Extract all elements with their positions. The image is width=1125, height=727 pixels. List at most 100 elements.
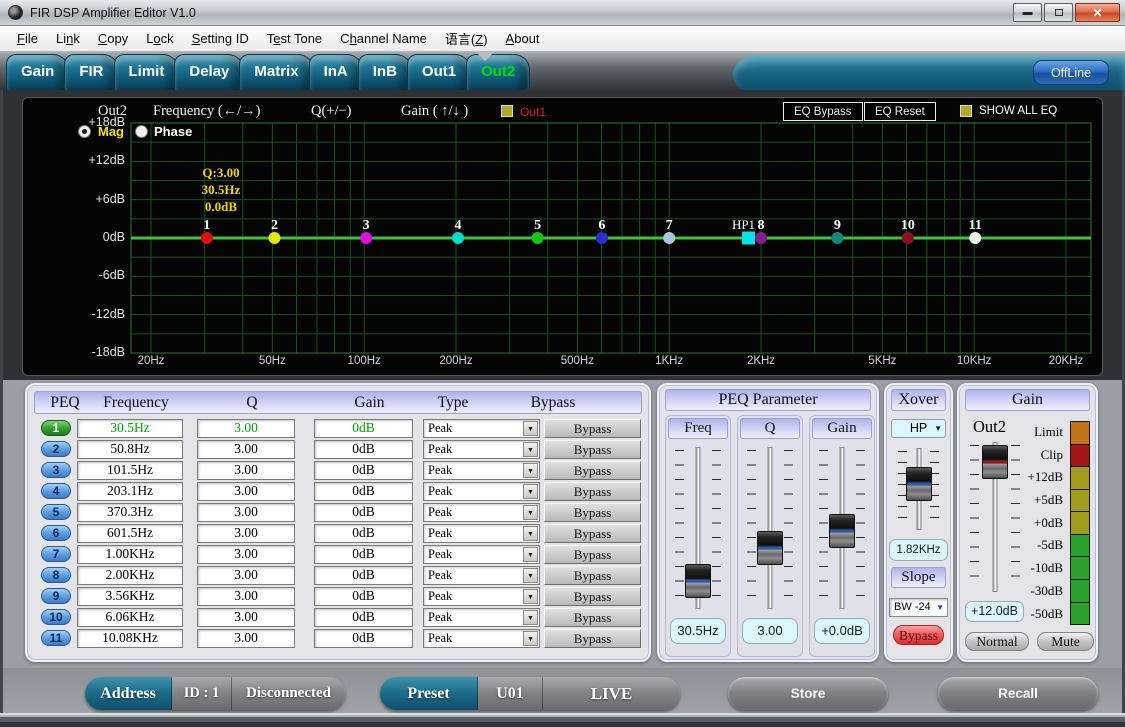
xover-filter-select[interactable]: HP▼ bbox=[891, 419, 946, 438]
output-gain-slider-handle[interactable] bbox=[982, 445, 1008, 479]
eq-point[interactable] bbox=[755, 232, 767, 244]
eq-point[interactable] bbox=[201, 232, 213, 244]
device-id-label[interactable]: ID : 1 bbox=[172, 677, 232, 710]
type-select[interactable]: Peak▼ bbox=[423, 587, 540, 606]
gain-field[interactable]: 0dB bbox=[314, 587, 413, 606]
menu-item[interactable]: 语言(Z) bbox=[436, 26, 497, 51]
row-number-badge[interactable]: 3 bbox=[41, 462, 71, 478]
row-number-badge[interactable]: 6 bbox=[41, 525, 71, 541]
row-number-badge[interactable]: 4 bbox=[41, 483, 71, 499]
gain-field[interactable]: 0dB bbox=[314, 419, 413, 438]
gain-field[interactable]: 0dB bbox=[314, 503, 413, 522]
q-field[interactable]: 3.00 bbox=[197, 503, 295, 522]
q-field[interactable]: 3.00 bbox=[197, 629, 295, 648]
q-field[interactable]: 3.00 bbox=[197, 587, 295, 606]
tab-matrix[interactable]: Matrix bbox=[239, 54, 313, 90]
row-bypass-button[interactable]: Bypass bbox=[544, 545, 641, 564]
eq-point[interactable] bbox=[596, 232, 608, 244]
tab-inb[interactable]: InB bbox=[358, 54, 412, 90]
q-field[interactable]: 3.00 bbox=[197, 461, 295, 480]
close-button[interactable]: ✕ bbox=[1075, 3, 1120, 22]
normal-button[interactable]: Normal bbox=[965, 632, 1029, 651]
q-field[interactable]: 3.00 bbox=[197, 440, 295, 459]
row-number-badge[interactable]: 1 bbox=[41, 420, 71, 436]
gain-field[interactable]: 0dB bbox=[314, 608, 413, 627]
gain-field[interactable]: 0dB bbox=[314, 461, 413, 480]
eq-bypass-button[interactable]: EQ Bypass bbox=[783, 102, 863, 121]
row-bypass-button[interactable]: Bypass bbox=[544, 440, 641, 459]
row-bypass-button[interactable]: Bypass bbox=[544, 587, 641, 606]
menu-item[interactable]: About bbox=[497, 28, 549, 49]
tab-gain[interactable]: Gain bbox=[6, 54, 69, 90]
gain-field[interactable]: 0dB bbox=[314, 566, 413, 585]
row-number-badge[interactable]: 2 bbox=[41, 441, 71, 457]
eq-point[interactable] bbox=[268, 232, 280, 244]
xover-bypass-button[interactable]: Bypass bbox=[893, 625, 944, 645]
q-slider-handle[interactable] bbox=[757, 531, 783, 565]
type-select[interactable]: Peak▼ bbox=[423, 629, 540, 648]
eq-point[interactable] bbox=[532, 232, 544, 244]
eq-reset-button[interactable]: EQ Reset bbox=[864, 102, 936, 121]
eq-point[interactable] bbox=[902, 232, 914, 244]
hp-crossover-marker[interactable] bbox=[742, 232, 755, 245]
recall-button[interactable]: Recall bbox=[938, 677, 1098, 710]
gain-field[interactable]: 0dB bbox=[314, 629, 413, 648]
row-bypass-button[interactable]: Bypass bbox=[544, 524, 641, 543]
q-field[interactable]: 3.00 bbox=[197, 566, 295, 585]
gain-slider[interactable] bbox=[812, 442, 872, 614]
frequency-field[interactable]: 6.06KHz bbox=[77, 608, 183, 627]
row-number-badge[interactable]: 9 bbox=[41, 588, 71, 604]
eq-plot[interactable]: HP11234567891011 bbox=[23, 98, 1104, 377]
q-field[interactable]: 3.00 bbox=[197, 608, 295, 627]
row-bypass-button[interactable]: Bypass bbox=[544, 461, 641, 480]
preset-slot-label[interactable]: U01 bbox=[478, 677, 543, 710]
menu-item[interactable]: Setting ID bbox=[183, 28, 258, 49]
menu-item[interactable]: File bbox=[8, 28, 47, 49]
menu-item[interactable]: Copy bbox=[89, 28, 137, 49]
row-bypass-button[interactable]: Bypass bbox=[544, 629, 641, 648]
tab-delay[interactable]: Delay bbox=[174, 54, 244, 90]
q-field[interactable]: 3.00 bbox=[197, 482, 295, 501]
row-number-badge[interactable]: 5 bbox=[41, 504, 71, 520]
slope-select[interactable]: BW -24▼ bbox=[889, 598, 948, 617]
frequency-field[interactable]: 50.8Hz bbox=[77, 440, 183, 459]
phase-radio[interactable] bbox=[135, 125, 148, 138]
type-select[interactable]: Peak▼ bbox=[423, 419, 540, 438]
frequency-field[interactable]: 370.3Hz bbox=[77, 503, 183, 522]
row-bypass-button[interactable]: Bypass bbox=[544, 482, 641, 501]
frequency-field[interactable]: 3.56KHz bbox=[77, 587, 183, 606]
address-button[interactable]: Address bbox=[85, 677, 172, 710]
eq-point[interactable] bbox=[831, 232, 843, 244]
eq-point[interactable] bbox=[663, 232, 675, 244]
minimize-button[interactable]: ▬ bbox=[1013, 3, 1042, 22]
q-slider[interactable] bbox=[740, 442, 800, 614]
gain-field[interactable]: 0dB bbox=[314, 482, 413, 501]
frequency-field[interactable]: 101.5Hz bbox=[77, 461, 183, 480]
frequency-field[interactable]: 2.00KHz bbox=[77, 566, 183, 585]
freq-slider-handle[interactable] bbox=[685, 564, 711, 598]
eq-point[interactable] bbox=[969, 232, 981, 244]
type-select[interactable]: Peak▼ bbox=[423, 482, 540, 501]
q-field[interactable]: 3.00 bbox=[197, 419, 295, 438]
frequency-field[interactable]: 30.5Hz bbox=[77, 419, 183, 438]
frequency-field[interactable]: 1.00KHz bbox=[77, 545, 183, 564]
restore-button[interactable] bbox=[1044, 3, 1073, 22]
type-select[interactable]: Peak▼ bbox=[423, 524, 540, 543]
gain-field[interactable]: 0dB bbox=[314, 524, 413, 543]
offline-button[interactable]: OffLine bbox=[1033, 60, 1109, 85]
frequency-field[interactable]: 203.1Hz bbox=[77, 482, 183, 501]
live-button[interactable]: LIVE bbox=[543, 677, 680, 710]
gain-field[interactable]: 0dB bbox=[314, 440, 413, 459]
eq-point[interactable] bbox=[452, 232, 464, 244]
mute-button[interactable]: Mute bbox=[1037, 632, 1094, 651]
type-select[interactable]: Peak▼ bbox=[423, 545, 540, 564]
row-number-badge[interactable]: 11 bbox=[41, 630, 71, 646]
show-all-eq-checkbox[interactable] bbox=[960, 105, 972, 117]
q-field[interactable]: 3.00 bbox=[197, 524, 295, 543]
row-number-badge[interactable]: 7 bbox=[41, 546, 71, 562]
tab-ina[interactable]: InA bbox=[309, 54, 363, 90]
type-select[interactable]: Peak▼ bbox=[423, 440, 540, 459]
row-bypass-button[interactable]: Bypass bbox=[544, 608, 641, 627]
freq-slider[interactable] bbox=[668, 442, 728, 614]
xover-freq-slider[interactable] bbox=[894, 443, 943, 535]
